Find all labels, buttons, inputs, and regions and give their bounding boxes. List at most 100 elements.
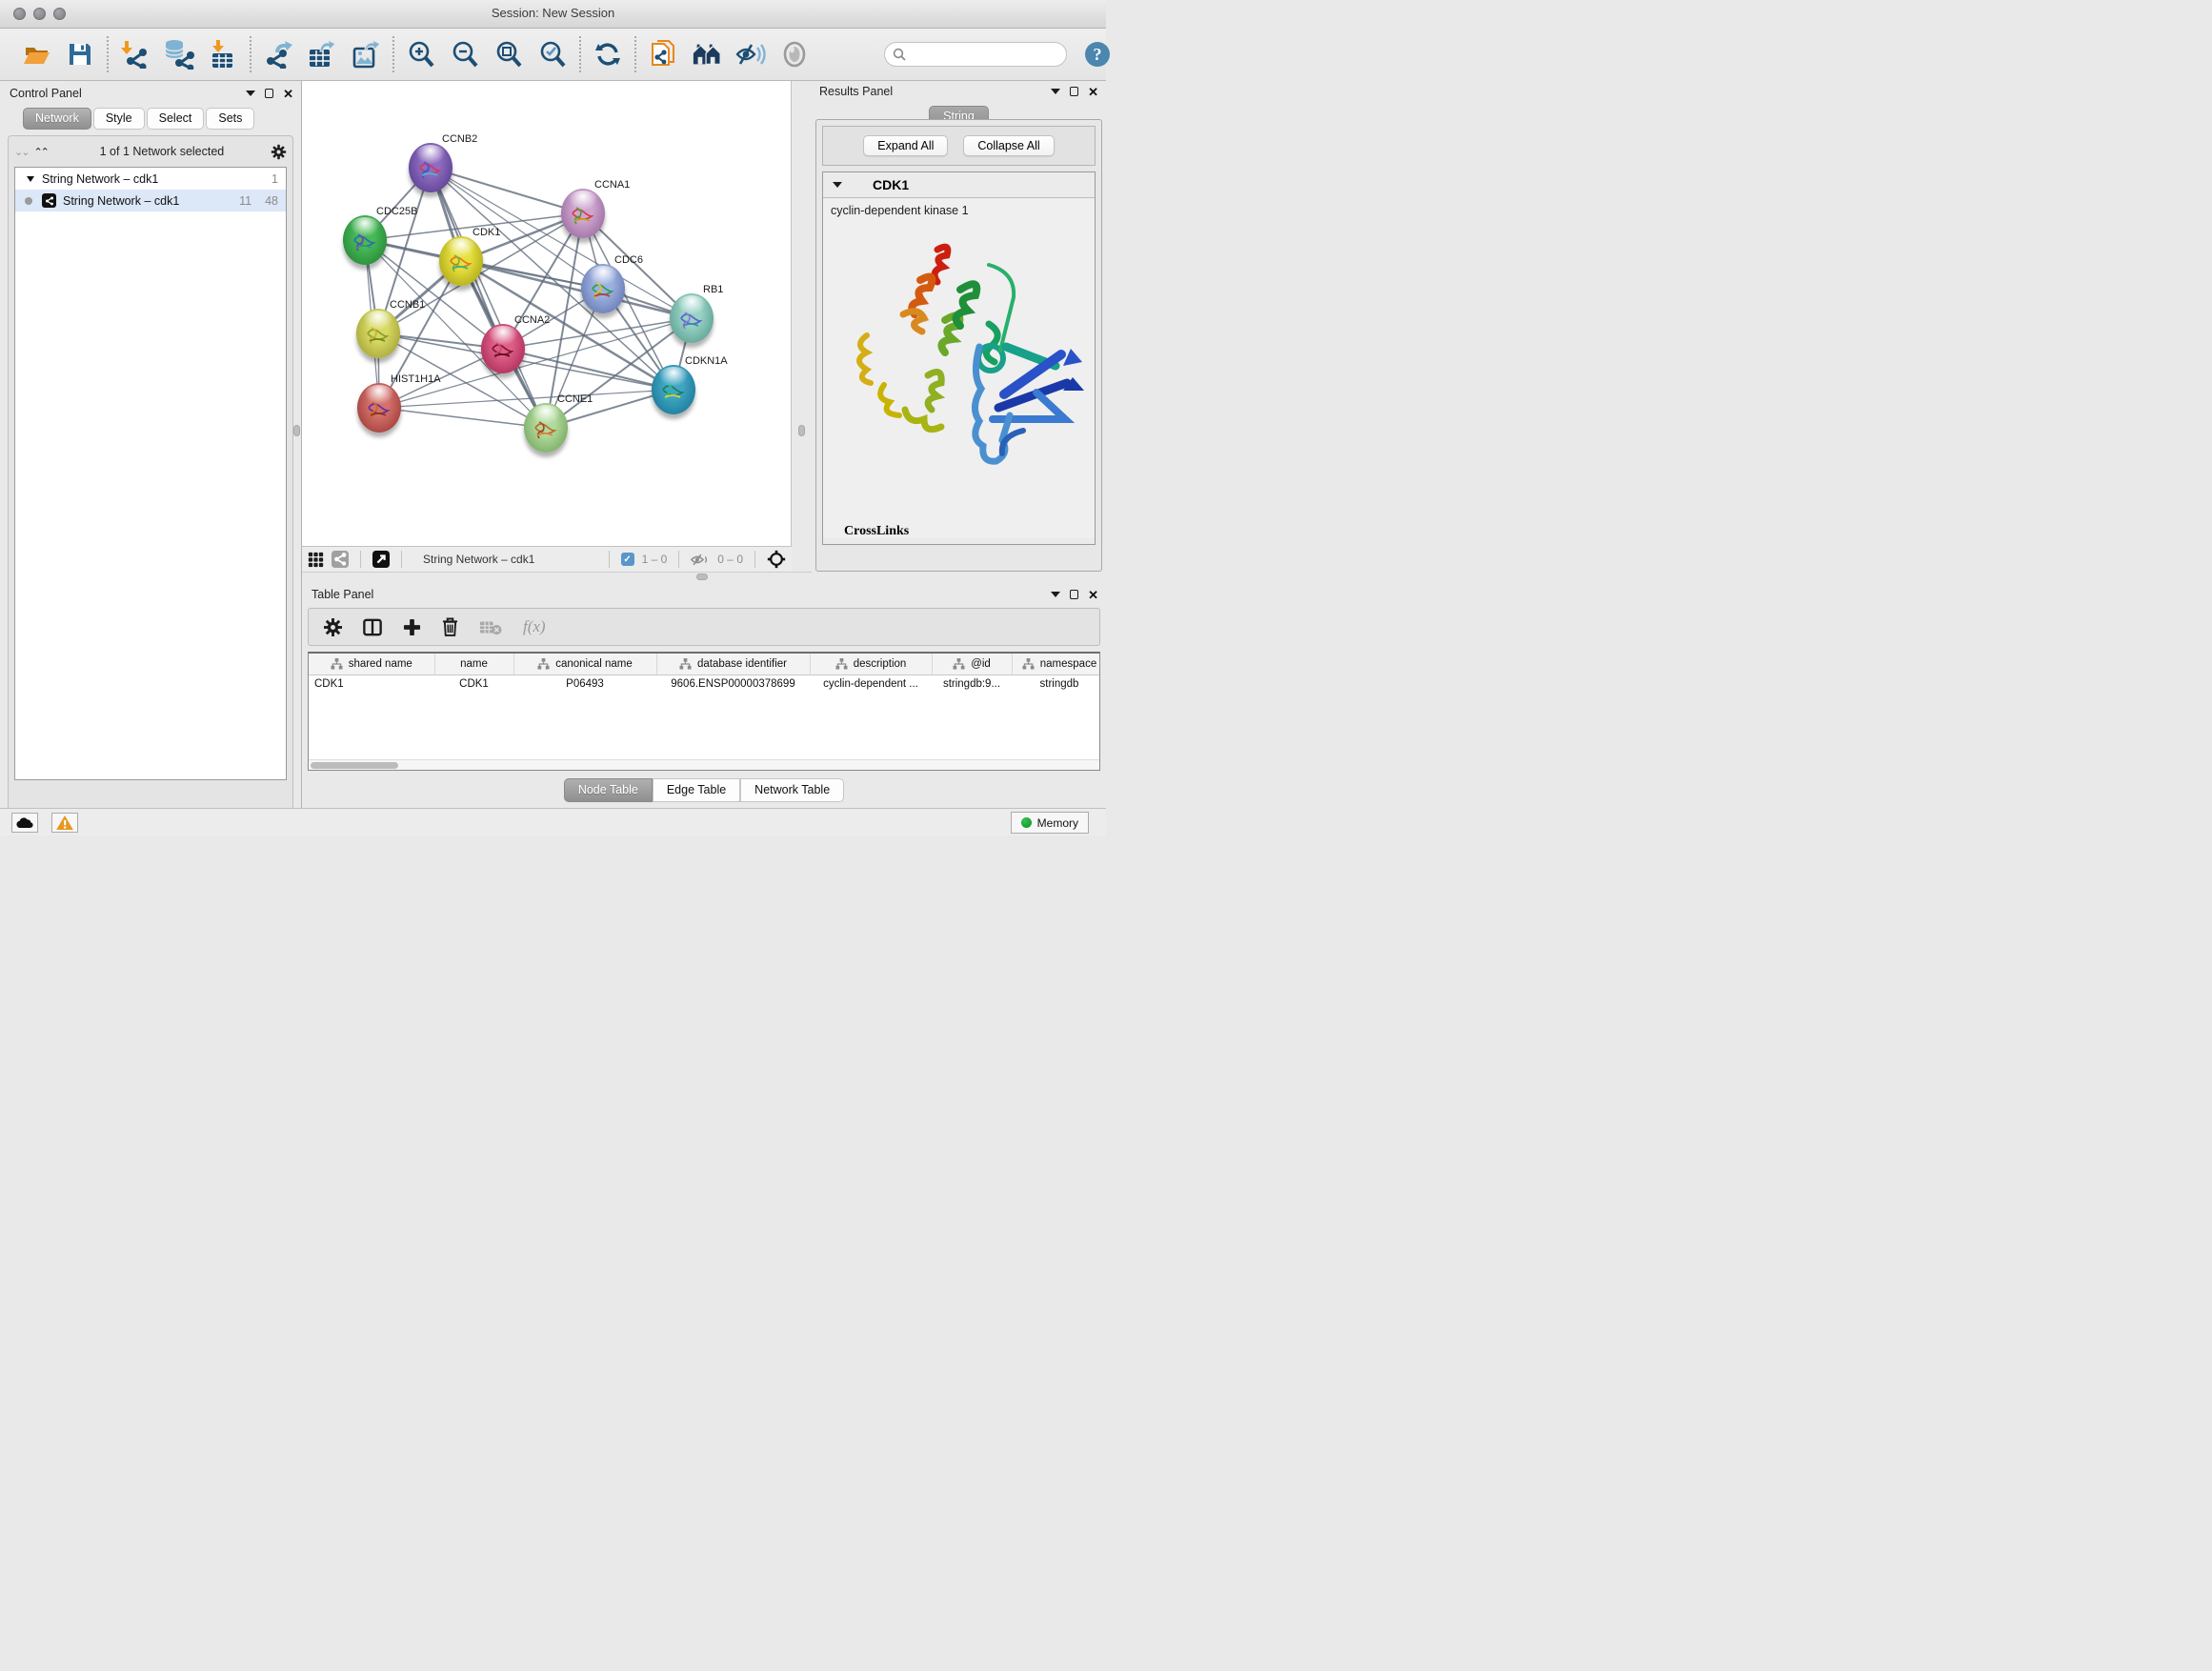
table-cell[interactable]: P06493 xyxy=(513,674,656,694)
column-header-name[interactable]: name xyxy=(434,654,513,674)
collapse-panel-icon[interactable] xyxy=(1051,89,1060,94)
import-table-icon xyxy=(210,40,236,69)
node-CCNA1[interactable] xyxy=(561,189,605,238)
share-view-icon[interactable] xyxy=(332,551,349,568)
import-network-button[interactable] xyxy=(120,39,151,70)
tab-style[interactable]: Style xyxy=(93,108,145,130)
collection-count: 1 xyxy=(271,172,278,186)
node-CCNE1[interactable] xyxy=(524,403,568,453)
network-options-gear-icon[interactable] xyxy=(271,144,287,160)
open-session-button[interactable] xyxy=(21,39,51,70)
search-input[interactable] xyxy=(911,48,1058,61)
selected-checkbox-icon[interactable]: ✓ xyxy=(621,553,634,566)
table-row[interactable]: CDK1CDK1P064939606.ENSP00000378699cyclin… xyxy=(309,674,1100,694)
collection-expand-icon[interactable] xyxy=(27,176,34,182)
edge-CCNB2-CCNE1[interactable] xyxy=(431,168,546,428)
column-header-description[interactable]: description xyxy=(810,654,932,674)
right-splitter-handle[interactable] xyxy=(798,425,805,436)
node-CDK1[interactable] xyxy=(439,236,483,286)
float-panel-icon[interactable] xyxy=(1070,87,1078,96)
import-table-button[interactable] xyxy=(208,39,238,70)
function-builder-icon[interactable]: f(x) xyxy=(523,617,546,636)
tab-sets[interactable]: Sets xyxy=(206,108,254,130)
table-cell[interactable]: 9606.ENSP00000378699 xyxy=(656,674,810,694)
warning-button[interactable] xyxy=(51,813,78,833)
open-in-window-icon[interactable] xyxy=(372,551,390,568)
tab-network[interactable]: Network xyxy=(23,108,91,130)
node-label-CDK1: CDK1 xyxy=(473,227,500,238)
tab-network-table[interactable]: Network Table xyxy=(740,778,844,802)
column-header-canonical-name[interactable]: canonical name xyxy=(513,654,656,674)
close-panel-icon[interactable]: ✕ xyxy=(283,88,293,100)
left-splitter-handle[interactable] xyxy=(293,425,300,436)
clone-network-button[interactable] xyxy=(648,39,678,70)
column-header-database-identifier[interactable]: database identifier xyxy=(656,654,810,674)
node-RB1[interactable] xyxy=(670,293,714,343)
network-canvas[interactable]: CCNB2CCNA1CDC25BCDK1CDC6RB1CCNB1CCNA2CDK… xyxy=(302,81,792,546)
column-header-shared-name[interactable]: shared name xyxy=(309,654,434,674)
node-CDC6[interactable] xyxy=(581,264,625,313)
enhanced-graphics-toggle-button[interactable] xyxy=(735,39,766,70)
grid-view-icon[interactable] xyxy=(308,552,324,568)
table-horizontal-scrollbar[interactable] xyxy=(309,759,1100,770)
edge-CCNA2-CDKN1A[interactable] xyxy=(503,349,674,390)
delete-column-icon[interactable] xyxy=(442,617,458,636)
memory-button[interactable]: Memory xyxy=(1011,812,1089,834)
table-cell[interactable]: CDK1 xyxy=(434,674,513,694)
export-table-button[interactable] xyxy=(307,39,337,70)
export-network-button[interactable] xyxy=(263,39,293,70)
node-CCNB2[interactable] xyxy=(409,143,452,192)
scrollbar-thumb[interactable] xyxy=(311,762,398,769)
entry-collapse-icon[interactable] xyxy=(833,182,842,188)
hierarchy-icon xyxy=(331,658,343,670)
show-graphics-details-button[interactable] xyxy=(779,39,810,70)
zoom-selected-button[interactable] xyxy=(537,39,568,70)
collapse-all-button[interactable]: Collapse All xyxy=(963,135,1054,156)
zoom-fit-button[interactable] xyxy=(493,39,524,70)
expand-all-button[interactable]: Expand All xyxy=(863,135,948,156)
collapse-panel-icon[interactable] xyxy=(1051,592,1060,597)
close-panel-icon[interactable]: ✕ xyxy=(1088,589,1098,601)
tab-node-table[interactable]: Node Table xyxy=(564,778,653,802)
delete-table-icon[interactable] xyxy=(479,619,502,635)
help-button[interactable]: ? xyxy=(1084,39,1111,70)
column-header-namespace[interactable]: namespace xyxy=(1012,654,1100,674)
node-label-CCNE1: CCNE1 xyxy=(557,393,593,405)
expand-all-networks-icon[interactable]: ⌃⌃ xyxy=(33,146,47,158)
float-panel-icon[interactable] xyxy=(1070,590,1078,599)
zoom-out-icon xyxy=(451,40,479,69)
float-panel-icon[interactable] xyxy=(265,89,273,98)
birdseye-crosshair-icon[interactable] xyxy=(767,550,786,569)
table-cell[interactable]: stringdb xyxy=(1012,674,1100,694)
cloud-button[interactable] xyxy=(11,813,38,833)
network-collection-row[interactable]: String Network – cdk1 1 xyxy=(15,168,286,190)
network-row-selected[interactable]: String Network – cdk1 11 48 xyxy=(15,190,286,211)
table-cell[interactable]: stringdb:9... xyxy=(932,674,1012,694)
node-CDKN1A[interactable] xyxy=(652,365,695,414)
collapse-all-networks-icon[interactable]: ⌄⌄ xyxy=(14,146,28,158)
export-image-button[interactable] xyxy=(351,39,381,70)
node-CCNA2[interactable] xyxy=(481,324,525,373)
gear-icon[interactable] xyxy=(324,618,342,636)
bottom-splitter-handle[interactable] xyxy=(696,574,708,580)
zoom-in-button[interactable] xyxy=(406,39,436,70)
table-cell[interactable]: cyclin-dependent ... xyxy=(810,674,932,694)
node-HIST1H1A[interactable] xyxy=(357,383,401,433)
columns-icon[interactable] xyxy=(363,618,382,636)
node-CDC25B[interactable] xyxy=(343,215,387,265)
close-panel-icon[interactable]: ✕ xyxy=(1088,86,1098,98)
table-cell[interactable]: CDK1 xyxy=(309,674,434,694)
string-home-button[interactable] xyxy=(692,39,722,70)
edge-CCNB2-CCNA1[interactable] xyxy=(431,168,583,213)
tab-select[interactable]: Select xyxy=(147,108,205,130)
collapse-panel-icon[interactable] xyxy=(246,91,255,96)
save-session-button[interactable] xyxy=(65,39,95,70)
edge-CCNE1-HIST1H1A[interactable] xyxy=(379,408,546,428)
add-column-icon[interactable] xyxy=(403,618,421,636)
import-network-database-button[interactable] xyxy=(164,39,194,70)
column-header--id[interactable]: @id xyxy=(932,654,1012,674)
zoom-out-button[interactable] xyxy=(450,39,480,70)
node-CCNB1[interactable] xyxy=(356,309,400,358)
tab-edge-table[interactable]: Edge Table xyxy=(653,778,740,802)
refresh-button[interactable] xyxy=(593,39,623,70)
